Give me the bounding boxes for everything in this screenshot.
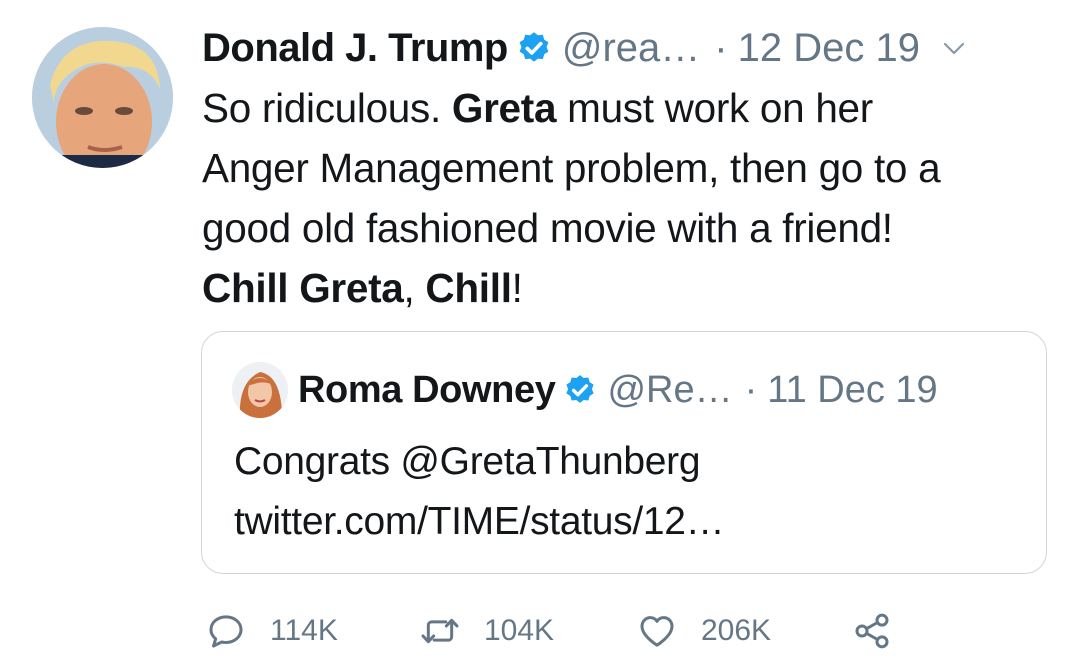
quoted-author-handle: @Re… <box>607 368 733 411</box>
author-name[interactable]: Donald J. Trump <box>202 26 508 71</box>
verified-badge-icon <box>516 30 552 66</box>
share-icon <box>855 613 889 649</box>
tweet-text-line: Anger Management problem, then go to a <box>202 138 1052 198</box>
text-segment: , <box>403 265 426 311</box>
text-segment: must work on her <box>556 85 873 131</box>
tweet-text-line: So ridiculous. Greta must work on her <box>202 78 1052 138</box>
tweet-text: So ridiculous. Greta must work on her An… <box>202 78 1052 318</box>
quoted-tweet-date: 11 Dec 19 <box>767 368 938 411</box>
reply-icon <box>209 615 243 648</box>
text-segment-bold: Greta <box>451 85 557 131</box>
text-segment-bold: Chill Greta <box>202 265 404 311</box>
text-segment: Anger Management problem, then go to a <box>202 145 941 191</box>
separator-dot: · <box>744 368 758 411</box>
heart-icon <box>640 616 674 647</box>
quoted-tweet-header: Roma Downey @Re… · 11 Dec 19 <box>298 361 938 419</box>
reply-button[interactable]: 114K <box>206 605 338 657</box>
text-segment: ! <box>511 265 523 311</box>
reply-count: 114K <box>270 614 338 647</box>
tweet-header: Donald J. Trump @rea… · 12 Dec 19 <box>202 20 966 76</box>
text-segment: So ridiculous. <box>202 85 452 131</box>
author-avatar[interactable] <box>32 27 173 168</box>
retweet-count: 104K <box>484 614 555 647</box>
quoted-avatar-image <box>232 362 288 418</box>
tweet-text-line: Chill Greta, Chill! <box>202 258 1052 318</box>
quoted-text-line: Congrats @GretaThunberg <box>234 440 701 483</box>
tweet-action-bar: 114K 104K 206K <box>206 605 926 657</box>
quoted-link[interactable]: twitter.com/TIME/status/12… <box>234 492 725 552</box>
avatar-image <box>32 27 173 168</box>
text-segment-bold: Chill <box>425 265 512 311</box>
quoted-author-avatar[interactable] <box>232 362 288 418</box>
text-segment: good old fashioned movie with a friend! <box>202 205 893 251</box>
like-button[interactable]: 206K <box>637 605 771 657</box>
quoted-tweet-card[interactable]: Roma Downey @Re… · 11 Dec 19 Congrats @G… <box>201 331 1047 574</box>
share-button[interactable] <box>852 605 892 657</box>
quoted-tweet-text: Congrats @GretaThunberg twitter.com/TIME… <box>234 432 725 552</box>
verified-badge-icon <box>563 373 597 407</box>
author-handle[interactable]: @rea… <box>562 26 700 71</box>
tweet-text-line: good old fashioned movie with a friend! <box>202 198 1052 258</box>
retweet-button[interactable]: 104K <box>420 605 554 657</box>
separator-dot: · <box>714 25 728 70</box>
tweet-date[interactable]: 12 Dec 19 <box>738 26 920 71</box>
quoted-author-name: Roma Downey <box>298 368 556 411</box>
like-count: 206K <box>701 614 772 647</box>
retweet-icon <box>421 618 459 644</box>
chevron-down-icon[interactable] <box>942 36 966 60</box>
